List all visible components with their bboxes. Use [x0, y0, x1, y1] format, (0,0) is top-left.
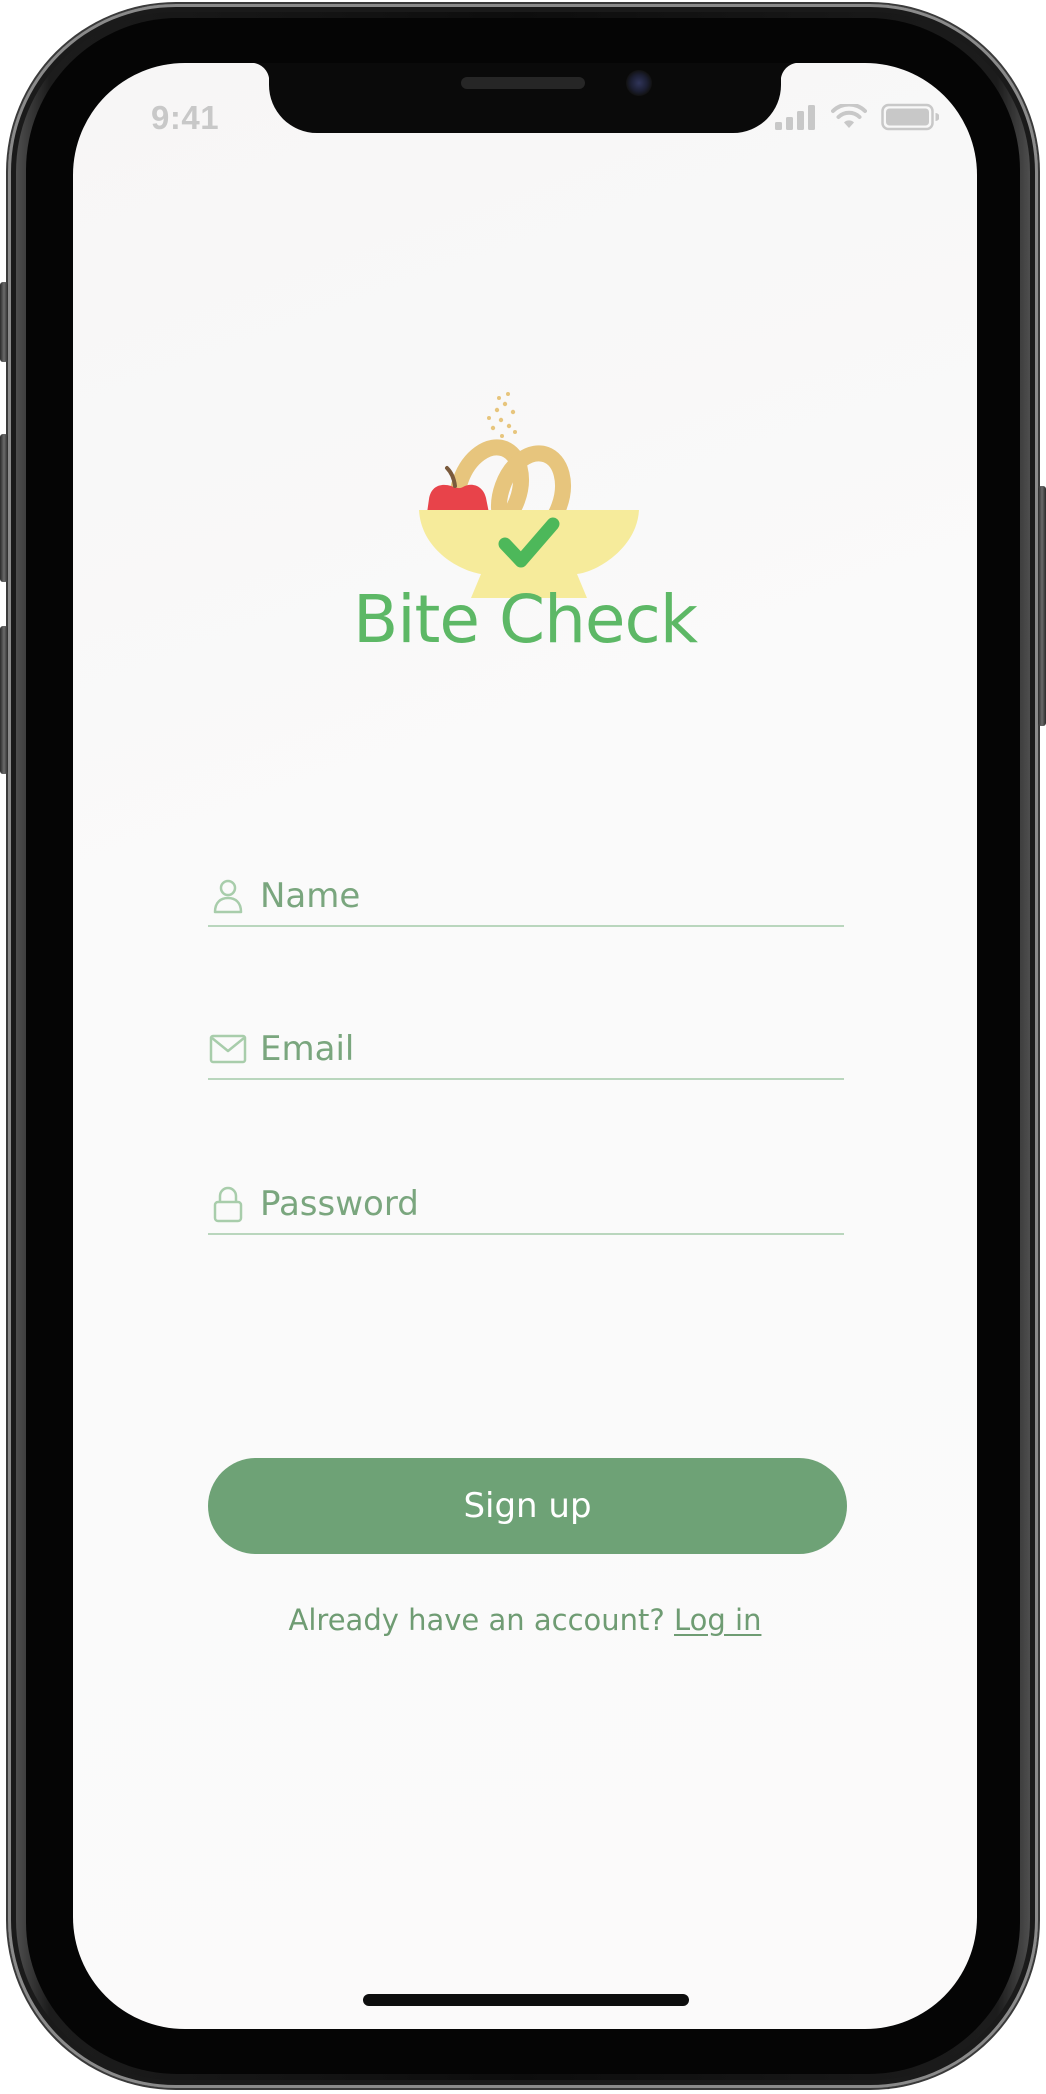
volume-up-button	[0, 434, 8, 582]
notch	[251, 63, 799, 133]
status-icons	[775, 103, 939, 131]
envelope-icon	[208, 1029, 248, 1069]
speaker-grille	[461, 77, 585, 89]
name-input[interactable]	[260, 876, 820, 916]
battery-icon	[881, 103, 939, 131]
email-input[interactable]	[260, 1029, 820, 1069]
wifi-icon	[831, 104, 867, 128]
login-prompt-row: Already have an account? Log in	[73, 1603, 977, 1637]
lock-icon	[208, 1184, 248, 1224]
sign-up-button[interactable]: Sign up	[208, 1458, 847, 1554]
password-input[interactable]	[260, 1184, 820, 1224]
password-field[interactable]	[208, 1175, 844, 1235]
login-prompt-text: Already have an account?	[288, 1603, 665, 1637]
log-in-link[interactable]: Log in	[674, 1603, 761, 1637]
name-field[interactable]	[208, 867, 844, 927]
status-time: 9:41	[151, 99, 220, 136]
app-name: Bite Check	[352, 581, 698, 658]
food-bowl-checkmark-logo	[419, 392, 639, 598]
email-field[interactable]	[208, 1020, 844, 1080]
front-camera	[626, 70, 652, 96]
sesame-seeds	[487, 392, 517, 444]
cellular-signal-icon	[775, 105, 815, 130]
volume-down-button	[0, 626, 8, 774]
person-icon	[208, 876, 248, 916]
home-indicator[interactable]	[363, 1994, 689, 2006]
power-button	[1038, 486, 1046, 726]
mute-switch	[0, 282, 8, 362]
app-screen: 9:41 Bite Check Name Email Sign up Alrea…	[73, 63, 977, 2029]
